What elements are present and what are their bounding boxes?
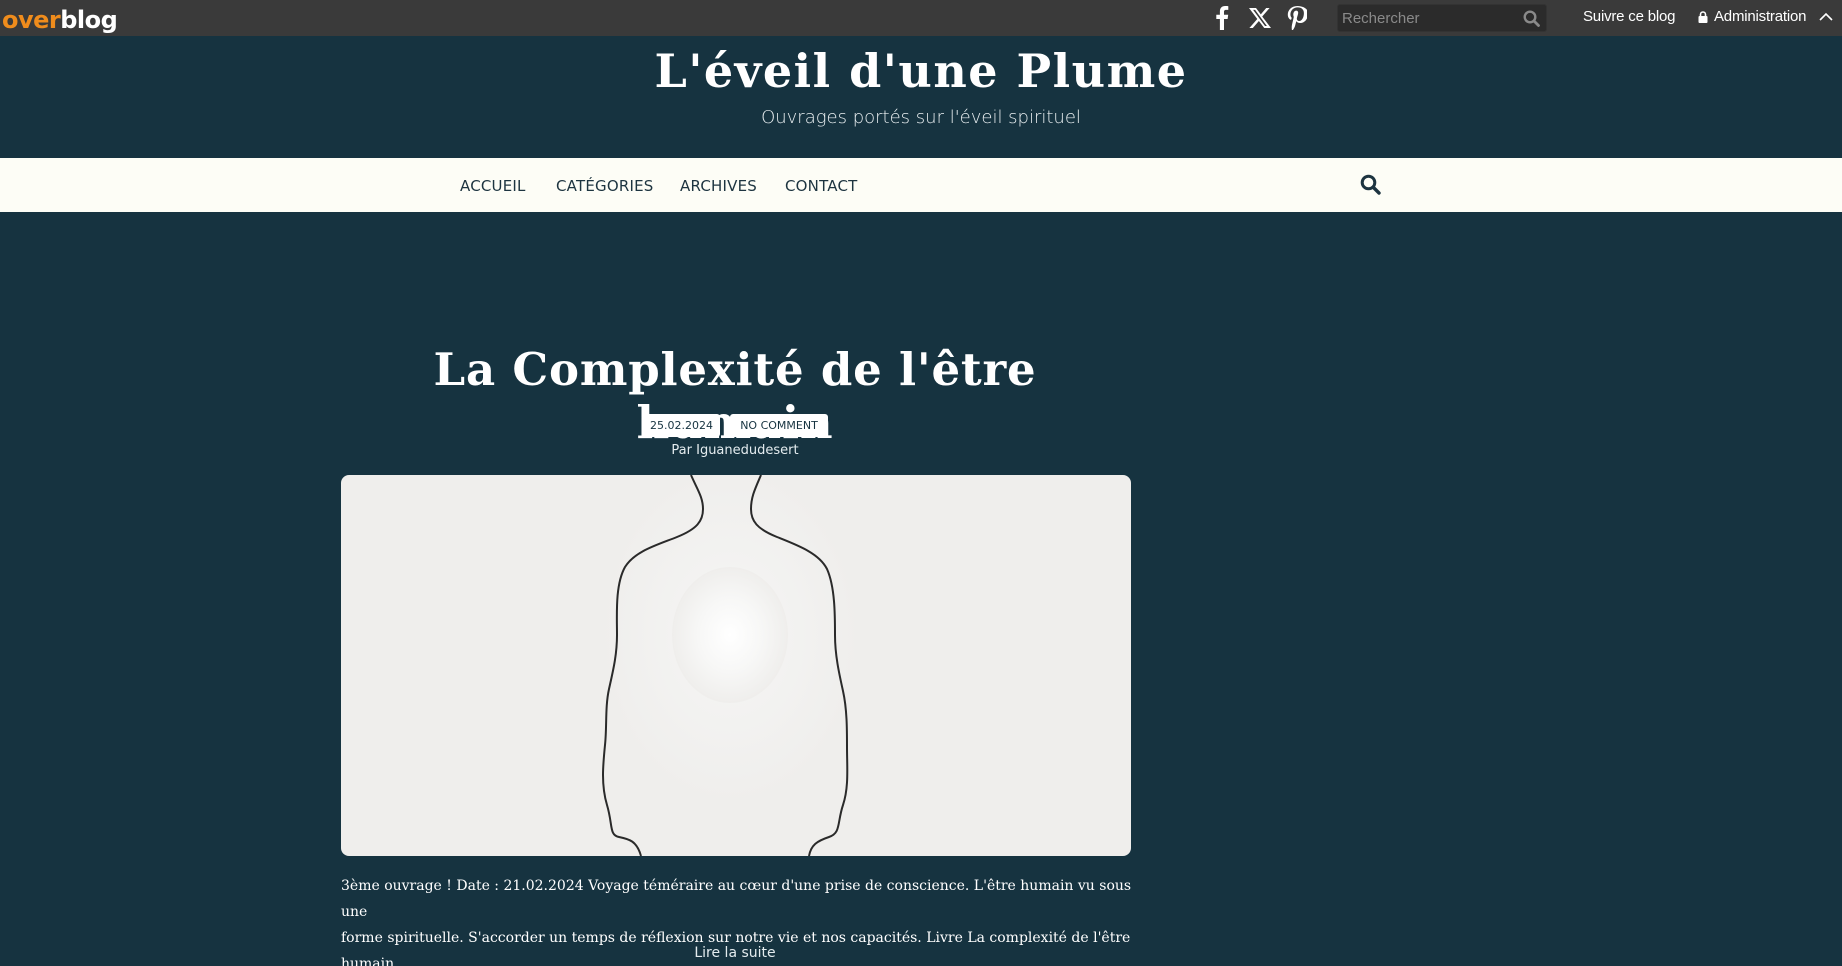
- logo-blog-text: blog: [60, 6, 118, 34]
- post-author: Par Iguanedudesert: [340, 443, 1130, 458]
- post-date-badge: 25.02.2024: [643, 414, 720, 437]
- blog-subtitle: Ouvrages portés sur l'éveil spirituel: [761, 107, 1081, 128]
- author-prefix: Par: [671, 443, 692, 458]
- administration-link[interactable]: Administration: [1698, 8, 1806, 25]
- logo-over-text: over: [2, 6, 61, 34]
- author-link[interactable]: Iguanedudesert: [696, 443, 798, 458]
- pinterest-icon[interactable]: [1283, 4, 1311, 32]
- chevron-up-icon[interactable]: [1818, 10, 1834, 28]
- follow-blog-link[interactable]: Suivre ce blog: [1583, 8, 1675, 25]
- search-icon[interactable]: [1360, 174, 1381, 200]
- search-icon[interactable]: [1523, 10, 1540, 32]
- lock-icon: [1698, 10, 1708, 23]
- x-twitter-icon[interactable]: [1246, 4, 1274, 32]
- comment-count-badge[interactable]: NO COMMENT: [730, 414, 828, 437]
- main-nav: ACCUEIL CATÉGORIES ARCHIVES CONTACT: [0, 158, 1842, 212]
- administration-label: Administration: [1714, 8, 1807, 25]
- topbar-search-input[interactable]: [1338, 5, 1518, 31]
- topbar-search: [1337, 4, 1547, 32]
- facebook-icon[interactable]: [1208, 4, 1236, 32]
- overblog-logo[interactable]: overblog: [2, 6, 118, 34]
- nav-item-archives[interactable]: ARCHIVES: [680, 177, 757, 195]
- read-more-link[interactable]: Lire la suite: [340, 945, 1130, 961]
- nav-item-contact[interactable]: CONTACT: [785, 177, 858, 195]
- overblog-topbar: overblog Suivre ce blog Administration: [0, 0, 1842, 36]
- nav-item-categories[interactable]: CATÉGORIES: [556, 177, 654, 195]
- post-featured-image[interactable]: [341, 475, 1131, 856]
- excerpt-line: 3ème ouvrage ! Date : 21.02.2024 Voyage …: [341, 878, 1132, 920]
- blog-title[interactable]: L'éveil d'une Plume: [0, 44, 1842, 98]
- nav-item-accueil[interactable]: ACCUEIL: [460, 177, 526, 195]
